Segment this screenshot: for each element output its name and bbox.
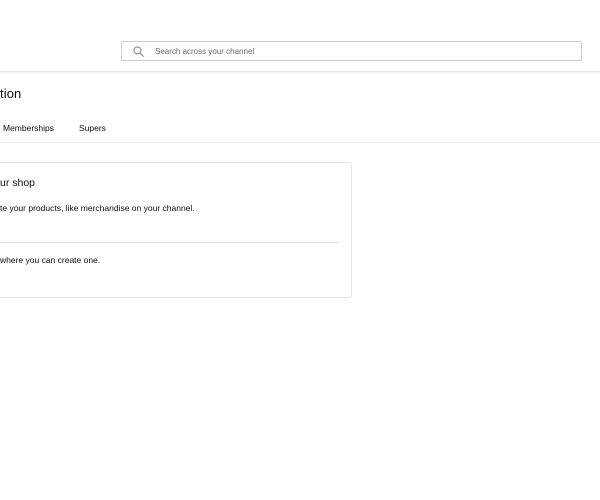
tab-memberships[interactable]: Memberships [3,123,54,133]
top-header [0,0,600,72]
search-box[interactable] [121,41,582,61]
card-divider [0,242,339,243]
search-input[interactable] [155,43,575,59]
card-title: ur shop [0,177,36,189]
card-description: te your products, like merchandise on yo… [0,203,195,213]
tab-bar: Memberships Supers [0,116,600,143]
search-icon [133,46,144,57]
page-title: tion [0,86,22,101]
tab-supers[interactable]: Supers [79,123,106,133]
page: tion Memberships Supers ur shop te your … [0,0,600,500]
shop-card [0,162,352,298]
card-note: where you can create one. [0,255,101,265]
